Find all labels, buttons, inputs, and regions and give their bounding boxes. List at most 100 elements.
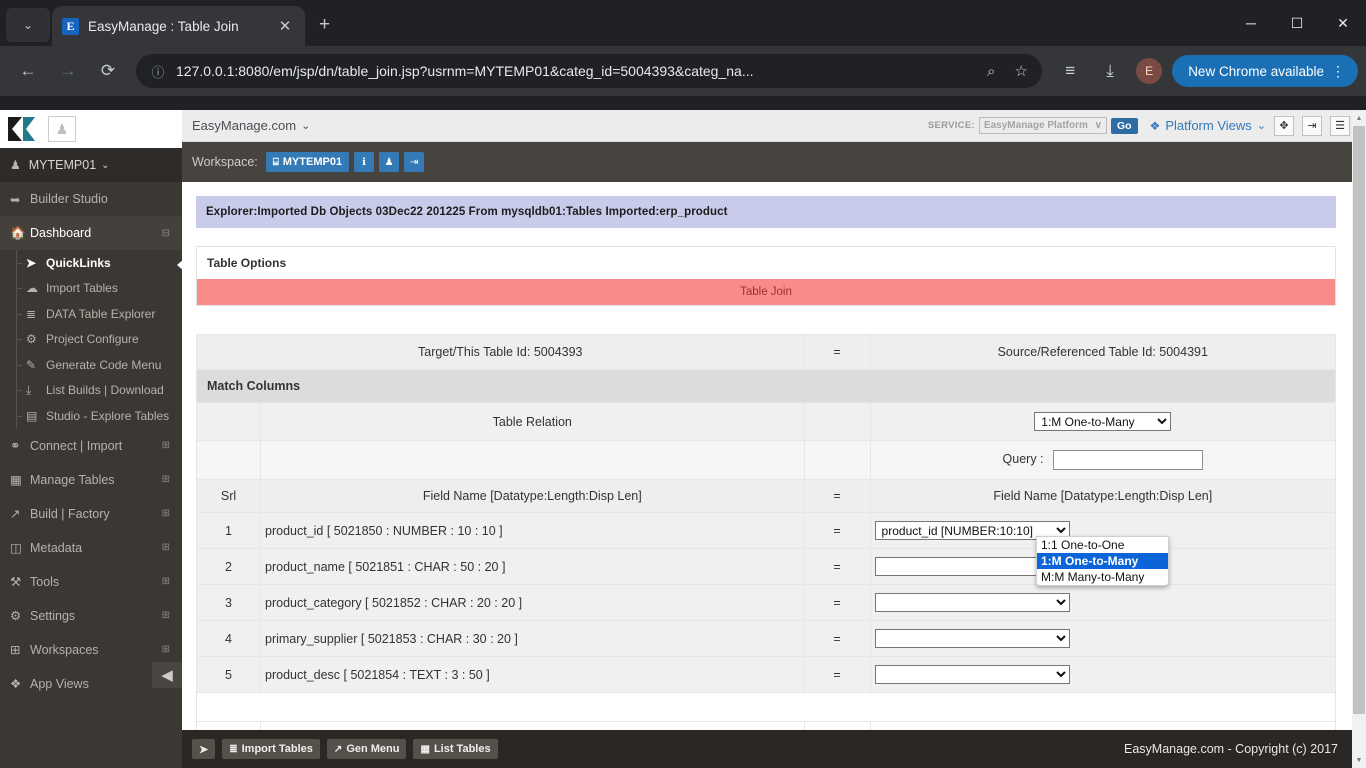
maximize-icon[interactable]: ☐ [1274, 0, 1320, 46]
footer-list-tables-button[interactable]: ▦ List Tables [413, 739, 498, 759]
brand-label[interactable]: EasyManage.com [192, 118, 296, 133]
profile-avatar[interactable]: E [1136, 58, 1163, 84]
expand-icon[interactable]: ⊞ [162, 610, 170, 621]
site-info-icon[interactable]: ⓘ [148, 62, 168, 81]
address-bar[interactable]: ⓘ 127.0.0.1:8080/em/jsp/dn/table_join.js… [136, 54, 1043, 88]
sidebar-item-builder-studio[interactable]: ➥ Builder Studio [0, 182, 182, 216]
sidebar-item-dashboard[interactable]: 🏠 Dashboard ⊟ [0, 216, 182, 250]
sidebar-item-tools[interactable]: ⚒ Tools ⊞ [0, 565, 182, 599]
scrollbar-thumb[interactable] [1353, 126, 1365, 714]
copyright-text: EasyManage.com - Copyright (c) 2017 [1124, 742, 1338, 756]
expand-icon[interactable]: ⊞ [162, 576, 170, 587]
query-label: Query : [1002, 452, 1044, 467]
footer-send-button[interactable]: ➤ [192, 739, 216, 759]
scroll-up-icon[interactable]: ▲ [1352, 110, 1366, 126]
sidebar-username: MYTEMP01 [28, 158, 97, 172]
workspace-label: Workspace: [192, 155, 258, 169]
scroll-down-icon[interactable]: ▼ [1352, 752, 1366, 768]
sidebar-item-connect-import[interactable]: ⚭ Connect | Import ⊞ [0, 429, 182, 463]
source-field-select[interactable] [874, 665, 1070, 684]
go-button[interactable]: Go [1110, 117, 1138, 134]
expand-icon[interactable]: ⊞ [162, 508, 170, 519]
bookmark-star-icon[interactable]: ☆ [1006, 62, 1036, 80]
table-join-alert: Table Join [197, 279, 1335, 305]
chevron-down-icon[interactable]: ⌄ [301, 119, 310, 132]
paper-plane-icon: ➤ [26, 255, 37, 270]
sidebar-item-metadata[interactable]: ◫ Metadata ⊞ [0, 531, 182, 565]
sidebar-item-project-configure[interactable]: ⚙ Project Configure [0, 326, 182, 353]
sidebar-item-studio-explore-tables[interactable]: ▤ Studio - Explore Tables [0, 403, 182, 429]
sidebar-item-quicklinks[interactable]: ➤ QuickLinks [0, 250, 184, 276]
close-icon[interactable]: ✕ [275, 17, 295, 35]
query-cell: Query : [869, 440, 1337, 480]
browser-tab[interactable]: E EasyManage : Table Join ✕ [52, 6, 305, 46]
row-serial: 3 [196, 584, 261, 621]
window-close-icon[interactable]: ✕ [1320, 0, 1366, 46]
home-icon: 🏠 [10, 225, 26, 240]
workspace-exit-button[interactable]: ⇥ [404, 152, 425, 172]
dropdown-option-one-to-one[interactable]: 1:1 One-to-One [1037, 537, 1168, 553]
table-relation-select[interactable]: 1:M One-to-Many [1034, 412, 1172, 431]
wrench-icon: ⚒ [10, 575, 22, 589]
arrow-right-icon: ➥ [10, 192, 21, 207]
table-relation-label: Table Relation [260, 402, 805, 441]
sidebar-item-settings[interactable]: ⚙ Settings ⊞ [0, 599, 182, 633]
source-field-select[interactable] [874, 593, 1070, 612]
collapse-icon[interactable]: ⊟ [162, 228, 170, 239]
tab-search-button[interactable]: ⌄ [6, 8, 50, 42]
download-icon[interactable]: ⤓ [1093, 54, 1127, 88]
logout-button[interactable]: ⇥ [1302, 115, 1322, 136]
workspace-info-button[interactable]: ℹ [354, 152, 375, 172]
vertical-scrollbar[interactable]: ▲ ▼ [1352, 110, 1366, 768]
empty-cell [803, 402, 871, 441]
table-relation-dropdown-list[interactable]: 1:1 One-to-One 1:M One-to-Many M:M Many-… [1036, 536, 1169, 586]
sidebar-item-data-table-explorer[interactable]: ≣ DATA Table Explorer [0, 301, 182, 327]
fullscreen-button[interactable]: ✥ [1274, 115, 1294, 136]
equals-sign: = [803, 479, 871, 513]
minimize-icon[interactable]: ─ [1228, 0, 1274, 46]
expand-icon[interactable]: ⊞ [162, 644, 170, 655]
sidebar-user[interactable]: ♟ MYTEMP01 ⌄ [0, 148, 182, 182]
chrome-menu-icon[interactable]: ⋮ [1324, 64, 1352, 78]
row-field-name: product_id [ 5021850 : NUMBER : 10 : 10 … [260, 512, 805, 549]
sidebar-item-build-factory[interactable]: ↗ Build | Factory ⊞ [0, 497, 182, 531]
match-columns-title: Match Columns [196, 369, 1336, 403]
forward-icon[interactable]: → [51, 54, 85, 88]
paper-plane-icon: ➤ [199, 743, 209, 756]
back-icon[interactable]: ← [11, 54, 45, 88]
reset-cell: Reset [869, 721, 1337, 730]
source-field-select[interactable] [874, 629, 1070, 648]
field-name-header-right: Field Name [Datatype:Length:Disp Len] [869, 479, 1337, 513]
dropdown-option-one-to-many[interactable]: 1:M One-to-Many [1037, 553, 1168, 569]
query-input[interactable] [1053, 450, 1204, 470]
expand-icon[interactable]: ⊞ [162, 542, 170, 553]
info-icon: ℹ [362, 156, 366, 168]
new-chrome-available-button[interactable]: New Chrome available ⋮ [1172, 55, 1358, 87]
sidebar-collapse-button[interactable]: ◀ [152, 662, 182, 688]
dropdown-option-many-to-many[interactable]: M:M Many-to-Many [1037, 569, 1168, 585]
new-tab-button[interactable]: + [319, 14, 330, 36]
actions-row: Submit Reset [196, 721, 1337, 730]
sidebar-item-generate-code-menu[interactable]: ✎ Generate Code Menu [0, 352, 182, 378]
sidebar-item-label: DATA Table Explorer [46, 306, 156, 321]
workspace-chip[interactable]: ⌸ MYTEMP01 [265, 152, 350, 172]
service-select[interactable]: EasyManage Platform ∨ [978, 117, 1107, 134]
query-row: Query : [196, 440, 1337, 480]
sidebar-item-manage-tables[interactable]: ▦ Manage Tables ⊞ [0, 463, 182, 497]
platform-views-menu[interactable]: ❖ Platform Views ⌄ [1150, 118, 1266, 133]
user-avatar-icon[interactable]: ♟ [48, 116, 76, 142]
expand-icon[interactable]: ⊞ [162, 440, 170, 451]
book-icon: ◫ [10, 541, 22, 555]
media-playlist-icon[interactable]: ≡ [1053, 54, 1087, 88]
hamburger-menu-button[interactable]: ☰ [1330, 115, 1350, 136]
expand-icon[interactable]: ⊞ [162, 474, 170, 485]
search-icon[interactable]: ⌕ [976, 63, 1006, 80]
external-link-icon: ↗ [333, 743, 343, 755]
footer-import-tables-button[interactable]: ≣ Import Tables [222, 739, 320, 759]
service-selected-value: EasyManage Platform [983, 120, 1088, 131]
workspace-user-button[interactable]: ♟ [379, 152, 400, 172]
footer-gen-menu-button[interactable]: ↗ Gen Menu [326, 739, 407, 759]
sidebar-item-import-tables[interactable]: ☁ Import Tables [0, 275, 182, 302]
sidebar-item-list-builds-download[interactable]: ⤓ List Builds | Download [0, 377, 182, 404]
reload-icon[interactable]: ⟳ [91, 54, 125, 88]
